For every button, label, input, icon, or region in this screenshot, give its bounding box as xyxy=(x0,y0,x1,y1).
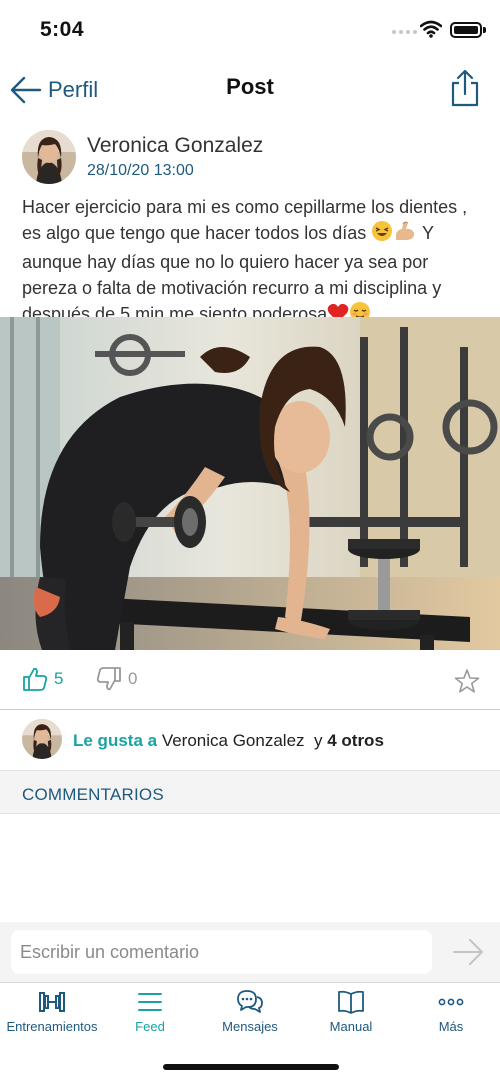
share-button[interactable] xyxy=(448,68,482,108)
comment-composer xyxy=(0,922,500,982)
like-count: 5 xyxy=(54,669,64,688)
more-icon xyxy=(438,998,464,1006)
back-label: Perfil xyxy=(48,77,99,102)
tab-mas[interactable]: Más xyxy=(426,989,476,1045)
battery-icon xyxy=(450,22,482,38)
navigation-bar: Perfil Post xyxy=(0,60,500,122)
likes-summary[interactable]: Le gusta a Veronica Gonzalez y 4 otros xyxy=(0,710,500,770)
dumbbell-icon xyxy=(39,992,65,1012)
like-button[interactable]: 5 xyxy=(22,666,63,692)
liker-avatar xyxy=(22,719,62,759)
back-arrow-icon xyxy=(10,76,42,104)
signal-icon xyxy=(392,30,417,34)
post-author: Veronica Gonzalez 28/10/20 13:00 xyxy=(0,128,500,188)
post-photo[interactable] xyxy=(0,317,500,650)
post-text: Hacer ejercicio para mi es como cepillar… xyxy=(22,194,488,330)
thumbs-down-icon xyxy=(96,667,121,691)
star-icon xyxy=(454,669,480,693)
thumbs-up-icon xyxy=(23,667,48,691)
tab-entrenamientos[interactable]: Entrenamientos xyxy=(4,989,100,1045)
post-date: 28/10/20 13:00 xyxy=(87,162,194,179)
tab-mensajes[interactable]: Mensajes xyxy=(212,989,288,1045)
share-icon xyxy=(451,69,479,107)
laughing-emoji-icon xyxy=(371,220,393,249)
comment-input[interactable] xyxy=(11,930,432,974)
author-avatar[interactable] xyxy=(22,130,76,184)
book-icon xyxy=(338,990,364,1014)
dislike-button[interactable]: 0 xyxy=(96,666,137,692)
status-time: 5:04 xyxy=(40,18,85,41)
menu-icon xyxy=(138,993,162,1011)
favorite-button[interactable] xyxy=(454,668,480,699)
tab-manual[interactable]: Manual xyxy=(320,989,382,1045)
post-actions: 5 0 xyxy=(0,660,500,704)
likes-text: Le gusta a Veronica Gonzalez y 4 otros xyxy=(73,731,384,750)
send-arrow-icon xyxy=(453,939,483,965)
wifi-icon xyxy=(420,20,442,38)
send-button[interactable] xyxy=(452,938,484,966)
author-name[interactable]: Veronica Gonzalez xyxy=(87,134,263,158)
flexed-biceps-icon xyxy=(393,220,417,249)
dislike-count: 0 xyxy=(128,669,138,688)
status-bar: 5:04 xyxy=(0,0,500,60)
home-indicator[interactable] xyxy=(163,1064,339,1070)
tab-feed[interactable]: Feed xyxy=(120,989,180,1045)
comments-header: COMMENTARIOS xyxy=(0,770,500,814)
gym-workout-photo xyxy=(0,317,500,650)
comments-title: COMMENTARIOS xyxy=(22,785,164,804)
back-button[interactable]: Perfil xyxy=(10,70,98,110)
chat-icon xyxy=(237,990,263,1013)
